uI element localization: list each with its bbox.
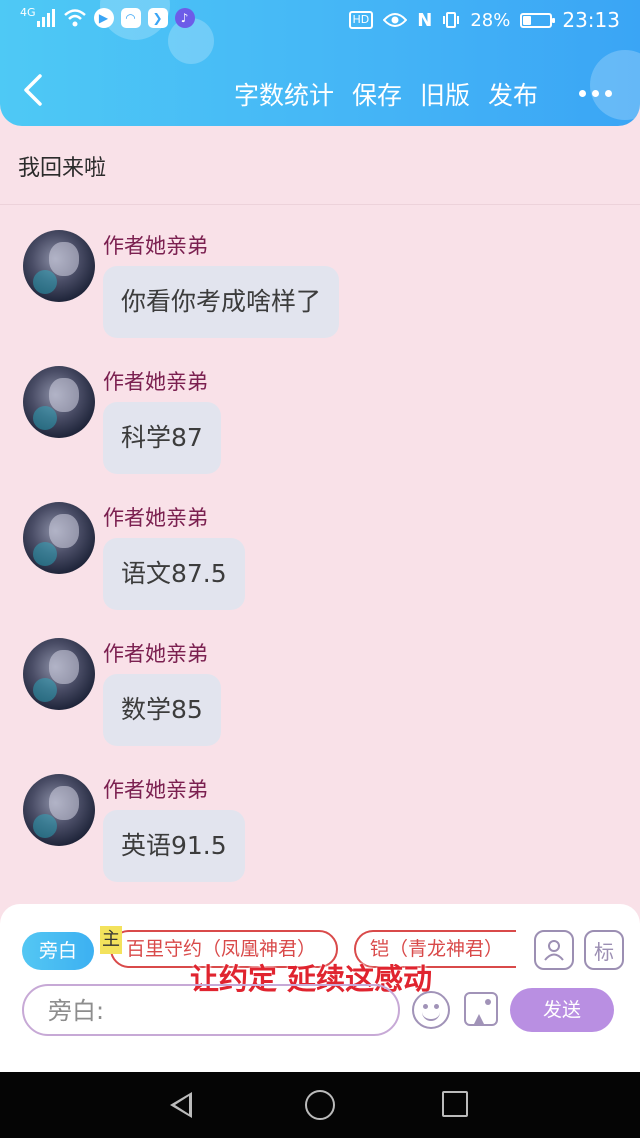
image-icon[interactable] <box>464 992 498 1026</box>
music-app-icon: ♪ <box>174 8 195 28</box>
publish-button[interactable]: 发布 <box>488 76 538 112</box>
message-bubble[interactable]: 科学87 <box>103 402 221 474</box>
bookmark-app-icon: ❯ <box>147 8 168 28</box>
avatar[interactable] <box>23 774 95 846</box>
message-bubble[interactable]: 你看你考成啥样了 <box>103 266 340 338</box>
signal-icon: 4G <box>20 5 56 27</box>
avatar[interactable] <box>23 638 95 710</box>
battery-fill <box>523 15 532 25</box>
message-item[interactable]: 作者她亲弟 科学87 <box>0 366 640 496</box>
message-author: 作者她亲弟 <box>103 506 208 530</box>
message-author: 作者她亲弟 <box>103 778 208 802</box>
message-author: 作者她亲弟 <box>103 370 208 394</box>
composer-panel: 旁白 百里守约（凤凰神君） 主 铠（青龙神君） 标 让约定 延续这感动 发送 <box>0 904 640 1072</box>
chevron-left-icon <box>24 74 42 106</box>
person-card-icon[interactable] <box>534 930 574 970</box>
app-icon: ◠ <box>120 8 141 28</box>
old-version-button[interactable]: 旧版 <box>420 76 470 112</box>
top-header: 4G ▶ ◠ ❯ ♪ HD N 28% 23:13 字数统计 保存 旧版 发布 <box>0 0 640 126</box>
clock: 23:13 <box>562 8 620 32</box>
network-label: 4G <box>20 5 36 19</box>
battery-icon <box>520 12 556 28</box>
header-actions: 字数统计 保存 旧版 发布 <box>234 76 538 112</box>
message-input[interactable] <box>46 986 390 1036</box>
wifi-icon <box>63 9 87 27</box>
save-button[interactable]: 保存 <box>352 76 402 112</box>
status-bar: 4G ▶ ◠ ❯ ♪ HD N 28% 23:13 <box>0 0 640 42</box>
message-bubble[interactable]: 数学85 <box>103 674 221 746</box>
tag-button[interactable]: 标 <box>584 930 624 970</box>
play-app-icon: ▶ <box>93 8 114 28</box>
avatar[interactable] <box>23 230 95 302</box>
system-nav-bar <box>0 1072 640 1138</box>
avatar[interactable] <box>23 502 95 574</box>
message-item[interactable]: 作者她亲弟 你看你考成啥样了 <box>0 230 640 360</box>
nfc-icon: N <box>417 9 433 31</box>
recent-square-icon[interactable] <box>442 1091 468 1117</box>
back-triangle-icon[interactable] <box>170 1092 192 1118</box>
nav-bar: 字数统计 保存 旧版 发布 <box>0 58 640 126</box>
message-author: 作者她亲弟 <box>103 642 208 666</box>
message-bubble[interactable]: 语文87.5 <box>103 538 245 610</box>
avatar[interactable] <box>23 366 95 438</box>
more-dots-icon[interactable] <box>570 78 620 108</box>
emoji-icon[interactable] <box>412 991 450 1029</box>
hd-icon: HD <box>348 11 374 29</box>
send-button[interactable]: 发送 <box>510 988 614 1032</box>
battery-percent: 28% <box>470 9 511 31</box>
vibrate-icon <box>442 11 460 29</box>
story-title: 我回来啦 <box>18 156 107 181</box>
message-bubble[interactable]: 英语91.5 <box>103 810 245 882</box>
message-item[interactable]: 作者她亲弟 数学85 <box>0 638 640 768</box>
message-author: 作者她亲弟 <box>103 234 208 258</box>
master-tag: 主 <box>100 926 122 954</box>
word-count-button[interactable]: 字数统计 <box>234 76 334 112</box>
message-input-wrapper <box>22 984 400 1036</box>
message-item[interactable]: 作者她亲弟 语文87.5 <box>0 502 640 632</box>
home-circle-icon[interactable] <box>305 1090 335 1120</box>
message-item[interactable]: 作者她亲弟 英语91.5 <box>0 774 640 904</box>
story-title-row[interactable]: 我回来啦 <box>0 126 640 205</box>
eye-icon <box>383 12 408 28</box>
narration-chip[interactable]: 旁白 <box>22 932 94 970</box>
back-button[interactable] <box>20 72 56 112</box>
